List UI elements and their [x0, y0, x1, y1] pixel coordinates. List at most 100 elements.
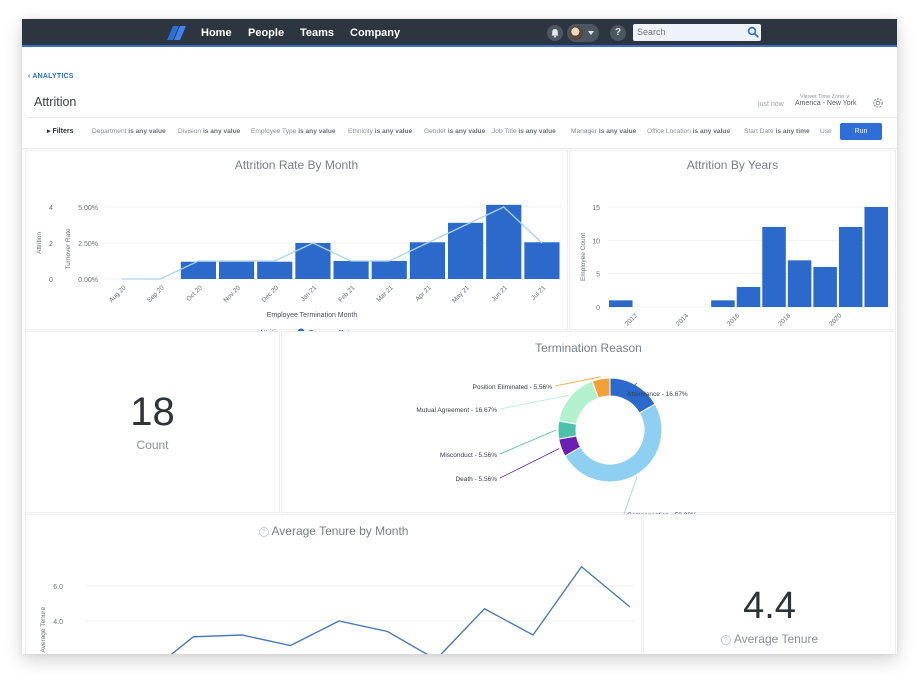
- pie-label: Attendance - 16.67%: [627, 391, 688, 398]
- x-tick-label: Jan 21: [300, 284, 319, 303]
- x-tick-label: May 21: [451, 284, 471, 304]
- app-window: Home People Teams Company ? ‹ ANALYTICS …: [22, 19, 897, 654]
- bell-icon: [551, 29, 559, 38]
- bar-employee-count: [609, 300, 633, 307]
- search-input[interactable]: [633, 24, 761, 41]
- y-tick-label: 10: [592, 238, 600, 245]
- x-tick-label: Jun 21: [490, 284, 509, 303]
- y-left-tick-label: 4: [49, 205, 53, 212]
- count-value: 18: [130, 390, 175, 434]
- bar-employee-count: [711, 300, 735, 307]
- x-tick-label: Sep 20: [146, 284, 166, 304]
- x-tick-label: 2012: [624, 312, 639, 327]
- bar-employee-count: [813, 267, 837, 307]
- bar-turnover-rate: [257, 261, 293, 279]
- bar-turnover-rate: [486, 204, 522, 279]
- x-tick-label: Aug 20: [108, 284, 128, 304]
- average-tenure-chart: 2.04.06.0Average Tenure: [40, 565, 634, 654]
- page-title: Attrition: [34, 95, 77, 109]
- nav-teams[interactable]: Teams: [300, 19, 334, 47]
- help-button[interactable]: ?: [610, 25, 626, 41]
- y-tick-label: 15: [592, 205, 600, 212]
- y-left-axis-label: Attrition: [36, 232, 43, 254]
- bar-turnover-rate: [524, 242, 560, 279]
- tile-count: 18 Count: [25, 331, 280, 513]
- tile-average-tenure: 4.4 ? Average Tenure: [643, 514, 896, 654]
- y-right-tick-label: 0.00%: [78, 277, 98, 284]
- nav-company[interactable]: Company: [350, 19, 400, 47]
- x-tick-label: Nov 20: [222, 284, 242, 304]
- average-tenure-label: ? Average Tenure: [644, 632, 895, 646]
- x-tick-label: Oct 20: [185, 284, 204, 303]
- filter-division[interactable]: Division is any value: [178, 128, 240, 135]
- bar-turnover-rate: [371, 261, 407, 279]
- avatar: [569, 26, 583, 40]
- bar-turnover-rate: [219, 261, 255, 279]
- filter-employee-type[interactable]: Employee Type is any value: [251, 128, 336, 135]
- count-label: Count: [136, 438, 169, 452]
- y-tick-label: 0: [596, 305, 600, 312]
- bar-employee-count: [736, 287, 761, 307]
- x-axis-label: Employee Termination Month: [267, 312, 358, 319]
- filter-department[interactable]: Department is any value: [92, 128, 166, 135]
- pie-label: Mutual Agreement - 16.67%: [416, 407, 497, 414]
- bar-employee-count: [838, 227, 863, 307]
- x-tick-label: Mar 21: [375, 284, 395, 304]
- y-right-tick-label: 5.00%: [78, 205, 98, 212]
- x-tick-label: Jul 21: [530, 284, 547, 301]
- bar-employee-count: [864, 207, 888, 307]
- user-menu-button[interactable]: [567, 24, 599, 42]
- timezone-value[interactable]: America - New York: [795, 100, 856, 107]
- bar-turnover-rate: [333, 261, 369, 279]
- bar-turnover-rate: [180, 261, 216, 279]
- run-button[interactable]: Run: [840, 123, 882, 140]
- y-axis-label: Average Tenure: [40, 607, 47, 653]
- header-divider: [28, 117, 897, 118]
- pie-leader-line: [499, 394, 569, 410]
- search-icon[interactable]: [747, 26, 759, 38]
- y-right-axis-label: Turnover Rate: [65, 228, 72, 270]
- filter-user[interactable]: Use: [820, 128, 832, 135]
- pie-label: Position Eliminated - 5.56%: [473, 384, 553, 391]
- x-tick-label: 2014: [675, 312, 690, 327]
- gear-icon[interactable]: [872, 97, 884, 109]
- notifications-button[interactable]: [547, 25, 563, 41]
- info-icon[interactable]: ?: [720, 635, 731, 645]
- filter-office-location[interactable]: Office Location is any value: [647, 128, 730, 135]
- chevron-down-icon: [588, 31, 594, 35]
- y-right-tick-label: 2.50%: [78, 241, 98, 248]
- tile-termination-reason: Termination Reason Attendance - 16.67%Co…: [281, 331, 896, 514]
- bar-employee-count: [787, 260, 812, 307]
- filter-gender[interactable]: Gender is any value: [424, 128, 485, 135]
- help-icon: ?: [614, 27, 622, 38]
- top-nav-bar: Home People Teams Company ?: [22, 19, 897, 47]
- y-left-tick-label: 0: [49, 277, 53, 284]
- x-tick-label: 2020: [828, 312, 843, 327]
- filters-toggle[interactable]: ▸ Filters: [47, 127, 73, 135]
- tile-average-tenure-by-month: ? Average Tenure by Month 2.0 4.0 6.0 Averag…: [25, 514, 642, 654]
- pie-leader-line: [499, 429, 557, 455]
- filter-bar: Department is any value Division is any …: [92, 123, 834, 139]
- y-tick-label: 6.0: [53, 584, 63, 591]
- y-left-tick-label: 2: [49, 241, 53, 248]
- attrition-rate-chart: 0.00% 2.50% 5.00% 0 2 4 Attrition Turnover Rate…: [36, 204, 561, 331]
- y-tick-label: 4.0: [53, 619, 63, 626]
- breadcrumb-analytics[interactable]: ‹ ANALYTICS: [28, 73, 74, 80]
- tile-attrition-rate-by-month: Attrition Rate By Month 0.00% 2.50% 5.00% 0…: [25, 150, 568, 331]
- company-logo-icon[interactable]: [165, 24, 187, 42]
- nav-people[interactable]: People: [248, 19, 284, 47]
- bar-employee-count: [762, 227, 786, 307]
- filter-start-date[interactable]: Start Date is any time: [744, 128, 810, 135]
- x-tick-label: 2016: [726, 312, 741, 327]
- tile-attrition-by-years: Attrition By Years 0 5 10 15 Employee Count 2…: [569, 150, 896, 330]
- last-run-text: just now: [758, 101, 784, 108]
- y-axis-label: Employee Count: [580, 233, 587, 281]
- x-tick-label: Dec 20: [261, 284, 281, 304]
- y-tick-label: 5: [596, 272, 600, 279]
- filter-ethnicity[interactable]: Ethnicity is any value: [348, 128, 412, 135]
- line-average-tenure: [170, 565, 631, 654]
- nav-home[interactable]: Home: [201, 19, 232, 47]
- x-tick-label: 2018: [777, 312, 792, 327]
- filter-job-title[interactable]: Job Title is any value: [492, 128, 556, 135]
- filter-manager[interactable]: Manager is any value: [571, 128, 636, 135]
